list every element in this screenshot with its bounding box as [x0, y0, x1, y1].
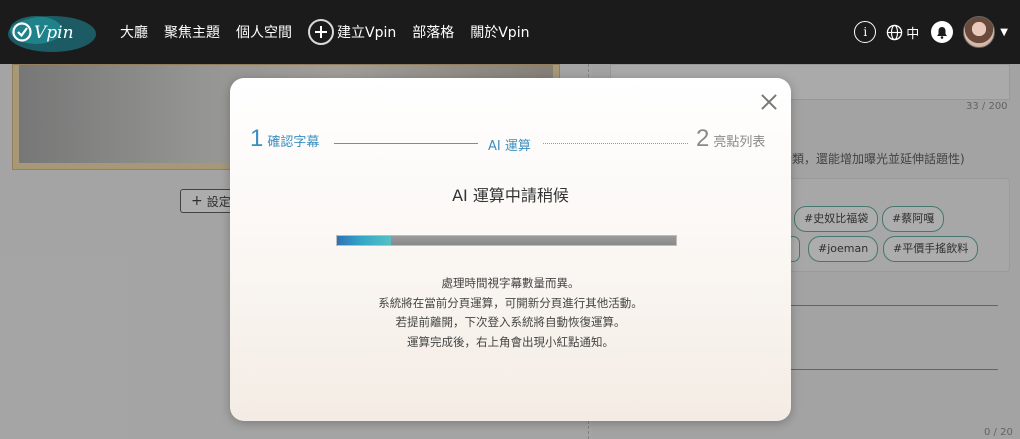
top-navbar: Vpin 大廳 聚焦主題 個人空間 建立Vpin 部落格 關於Vpin i 中 — [0, 0, 1020, 64]
vpin-logo[interactable]: Vpin — [6, 8, 106, 56]
nav-about-vpin[interactable]: 關於Vpin — [470, 22, 529, 42]
create-vpin-label: 建立Vpin — [337, 25, 397, 41]
step-ai: AI 運算 — [488, 135, 531, 154]
chevron-down-icon[interactable]: ▼ — [1000, 27, 1008, 38]
step-ai-label: AI 運算 — [488, 139, 531, 154]
processing-description: 處理時間視字幕數量而異。 系統將在當前分頁運算，可開新分頁進行其他活動。 若提前… — [230, 274, 791, 352]
step-connector-pending — [543, 143, 688, 144]
step-1-number: 1 — [250, 125, 264, 152]
main-nav: 大廳 聚焦主題 個人空間 建立Vpin 部落格 關於Vpin — [120, 0, 545, 64]
bell-icon — [937, 26, 948, 39]
nav-featured-topics[interactable]: 聚焦主題 — [164, 22, 220, 42]
nav-personal-space[interactable]: 個人空間 — [236, 22, 292, 42]
description-line: 系統將在當前分頁運算，可開新分頁進行其他活動。 — [378, 295, 643, 310]
step-2-label: 亮點列表 — [713, 135, 766, 150]
header-tools: i 中 ▼ — [854, 0, 1008, 64]
create-vpin-button[interactable]: 建立Vpin — [308, 19, 396, 45]
description-line: 運算完成後，右上角會出現小紅點通知。 — [407, 334, 614, 349]
step-2: 2 亮點列表 — [696, 125, 765, 153]
step-connector-done — [334, 143, 478, 144]
plus-circle-icon — [308, 19, 334, 45]
progress-bar — [336, 235, 677, 246]
nav-blog[interactable]: 部落格 — [412, 22, 454, 42]
description-line: 若提前離開，下次登入系統將自動恢復運算。 — [395, 315, 626, 329]
language-label: 中 — [906, 26, 920, 42]
globe-icon — [887, 24, 903, 40]
notification-button[interactable] — [931, 21, 954, 43]
logo-text: Vpin — [34, 23, 74, 43]
ai-processing-modal: 1 確認字幕 AI 運算 2 亮點列表 AI 運算中請稍候 處理時間視字幕數量而… — [230, 78, 791, 421]
progress-fill — [337, 236, 392, 245]
step-1: 1 確認字幕 — [250, 125, 319, 153]
description-line: 處理時間視字幕數量而異。 — [441, 276, 580, 290]
step-2-number: 2 — [696, 125, 710, 152]
close-icon[interactable] — [759, 92, 779, 112]
modal-title: AI 運算中請稍候 — [452, 186, 569, 205]
language-switcher[interactable]: 中 — [886, 23, 919, 42]
step-1-label: 確認字幕 — [267, 135, 320, 150]
avatar[interactable] — [963, 16, 996, 48]
info-icon[interactable]: i — [854, 21, 877, 43]
nav-lobby[interactable]: 大廳 — [120, 22, 148, 42]
